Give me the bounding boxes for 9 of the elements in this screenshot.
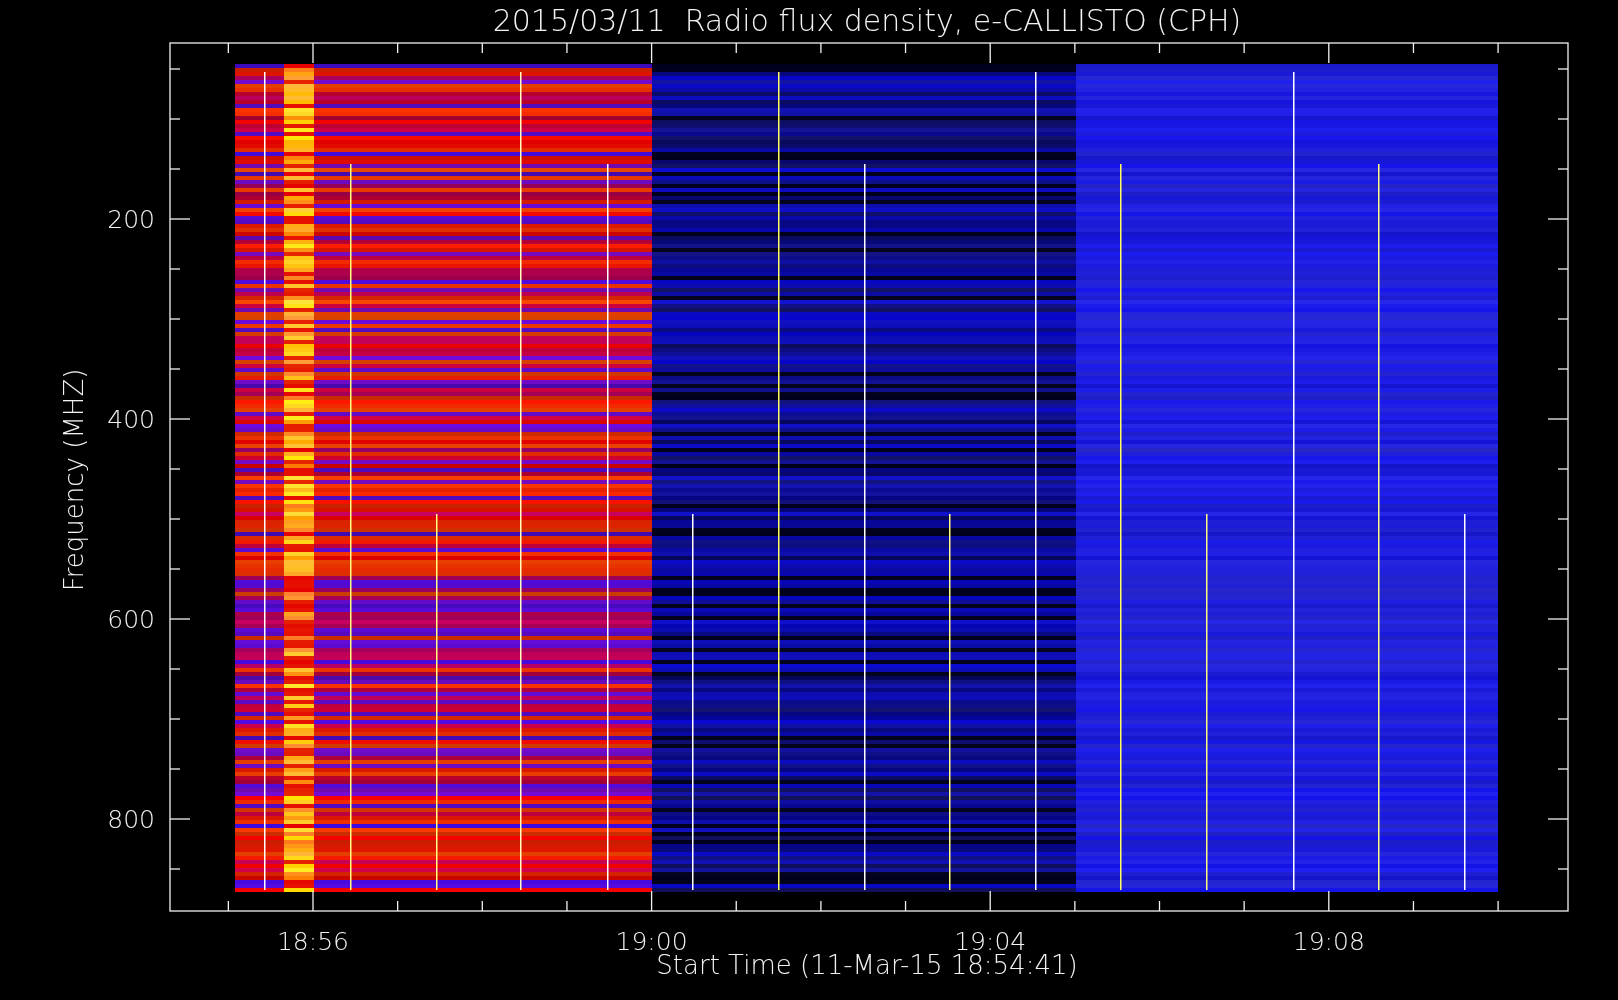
y-tick-label: 200	[107, 205, 155, 234]
y-tick-label: 800	[107, 805, 155, 834]
x-axis-label: Start Time (11-Mar-15 18:54:41)	[656, 950, 1078, 980]
y-axis-label: Frequency (MHZ)	[59, 368, 89, 592]
x-tick-label: 18:56	[277, 927, 349, 956]
y-tick-label: 600	[107, 605, 155, 634]
plot-title: 2015/03/11 Radio flux density, e-CALLISTO (CPH)	[492, 3, 1242, 38]
x-tick-label: 19:08	[1292, 927, 1365, 956]
y-tick-label: 400	[107, 405, 155, 434]
